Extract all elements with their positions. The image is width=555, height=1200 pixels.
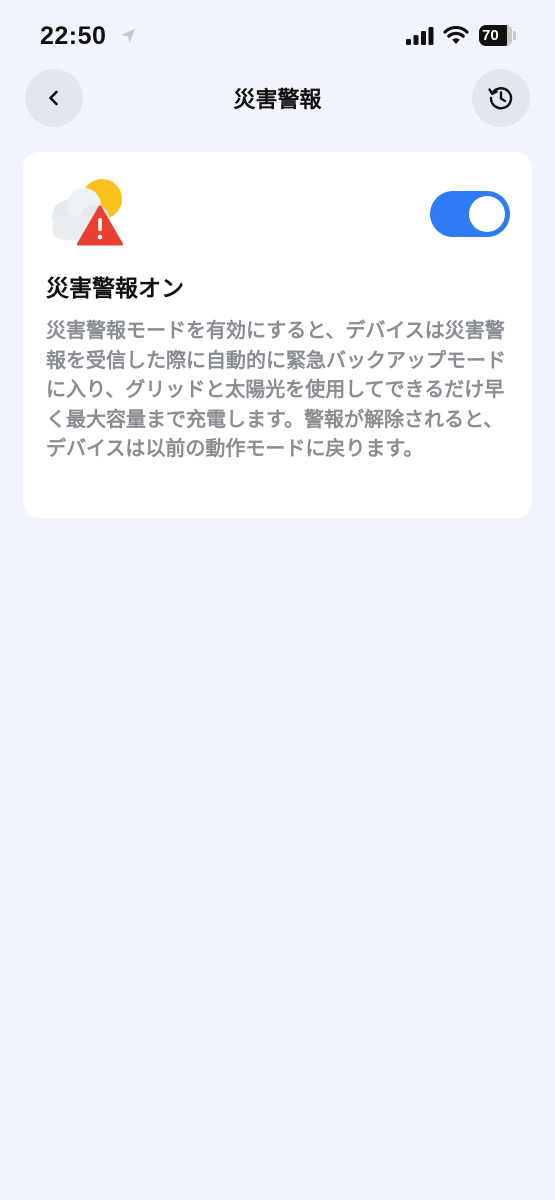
battery-level: 70: [482, 27, 499, 44]
card-description: 災害警報モードを有効にすると、デバイスは災害警報を受信した際に自動的に緊急バック…: [46, 318, 506, 460]
cellular-signal-icon: [406, 27, 434, 45]
status-time: 22:50: [40, 22, 107, 50]
card-title: 災害警報オン: [46, 276, 184, 302]
battery-indicator: 70: [479, 25, 512, 46]
battery-cap: [513, 31, 516, 40]
disaster-alert-screen: 22:50 70 災害警報 災害警報オン 災害警報モードを有効にすると、デバイス…: [0, 0, 555, 1200]
location-arrow-icon: [121, 29, 135, 43]
history-icon: [488, 87, 513, 110]
disaster-alert-card: 災害警報オン 災害警報モードを有効にすると、デバイスは災害警報を受信した際に自動…: [23, 152, 532, 518]
toggle-knob: [469, 196, 505, 232]
status-bar: 22:50 70: [0, 0, 555, 70]
disaster-alert-toggle[interactable]: [430, 191, 510, 237]
cloud-sun-warning-icon: [52, 179, 123, 246]
wifi-icon: [443, 25, 469, 44]
history-button[interactable]: [472, 69, 530, 127]
